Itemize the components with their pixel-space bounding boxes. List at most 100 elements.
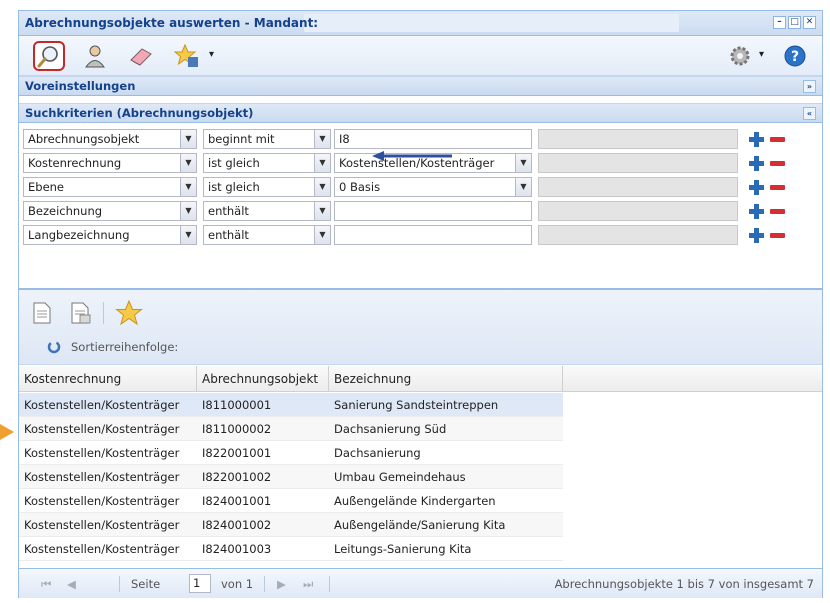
window-controls: – □ ✕ bbox=[773, 16, 816, 29]
second-value-input bbox=[538, 201, 738, 221]
chevron-down-icon[interactable]: ▼ bbox=[180, 202, 196, 220]
sort-label: Sortierreihenfolge: bbox=[71, 340, 179, 354]
add-criterion-button[interactable] bbox=[748, 155, 764, 171]
value-input[interactable] bbox=[334, 201, 532, 221]
refresh-icon[interactable] bbox=[47, 340, 61, 354]
field-value: Kostenrechnung bbox=[28, 156, 122, 170]
document-icon[interactable] bbox=[33, 302, 51, 324]
eraser-button[interactable] bbox=[125, 41, 157, 71]
settings-button[interactable] bbox=[724, 41, 756, 71]
field-value: Abrechnungsobjekt bbox=[28, 132, 140, 146]
table-cell: Dachsanierung bbox=[334, 446, 421, 460]
table-row[interactable]: Kostenstellen/Kostenträger I824001001 Auße… bbox=[19, 489, 563, 513]
table-row[interactable]: Kostenstellen/Kostenträger I822001002 Umba… bbox=[19, 465, 563, 489]
remove-criterion-button[interactable] bbox=[769, 203, 785, 219]
page-input[interactable]: 1 bbox=[189, 574, 211, 593]
add-criterion-button[interactable] bbox=[748, 227, 764, 243]
table-cell: I811000002 bbox=[202, 422, 272, 436]
remove-criterion-button[interactable] bbox=[769, 227, 785, 243]
field-select[interactable]: Ebene ▼ bbox=[23, 177, 197, 197]
presets-header[interactable]: Voreinstellungen » bbox=[19, 76, 822, 96]
add-criterion-button[interactable] bbox=[748, 203, 764, 219]
search-button[interactable] bbox=[33, 41, 65, 71]
remove-criterion-button[interactable] bbox=[769, 131, 785, 147]
field-select[interactable]: Abrechnungsobjekt ▼ bbox=[23, 129, 197, 149]
chevron-down-icon[interactable]: ▼ bbox=[314, 202, 330, 220]
close-icon[interactable]: ✕ bbox=[803, 16, 816, 29]
second-value-input bbox=[538, 129, 738, 149]
maximize-icon[interactable]: □ bbox=[788, 16, 801, 29]
table-cell: Sanierung Sandsteintreppen bbox=[334, 398, 499, 412]
column-header-abrechnungsobjekt[interactable]: Abrechnungsobjekt bbox=[197, 366, 329, 392]
window-title: Abrechnungsobjekte auswerten - Mandant: bbox=[25, 16, 319, 30]
table-cell: I811000001 bbox=[202, 398, 272, 412]
export-document-icon[interactable] bbox=[71, 302, 91, 324]
chevron-down-icon[interactable]: ▼ bbox=[515, 154, 531, 172]
main-toolbar: ▾ ▾ ? bbox=[19, 36, 822, 76]
operator-select[interactable]: enthält ▼ bbox=[203, 225, 331, 245]
table-cell: I824001003 bbox=[202, 542, 272, 556]
value-input[interactable] bbox=[334, 225, 532, 245]
settings-dropdown-caret[interactable]: ▾ bbox=[759, 49, 764, 60]
expand-icon[interactable]: » bbox=[803, 80, 816, 93]
user-button[interactable] bbox=[79, 41, 111, 71]
field-select[interactable]: Bezeichnung ▼ bbox=[23, 201, 197, 221]
chevron-down-icon[interactable]: ▼ bbox=[180, 226, 196, 244]
table-cell: Außengelände/Sanierung Kita bbox=[334, 518, 506, 532]
presets-title: Voreinstellungen bbox=[25, 79, 136, 93]
collapse-icon[interactable]: « bbox=[803, 107, 816, 120]
prev-page-icon[interactable]: ◀ bbox=[67, 577, 76, 591]
help-button[interactable]: ? bbox=[779, 41, 811, 71]
chevron-down-icon[interactable]: ▼ bbox=[180, 130, 196, 148]
chevron-down-icon[interactable]: ▼ bbox=[314, 130, 330, 148]
last-page-icon[interactable]: ⏭ bbox=[303, 577, 313, 592]
add-criterion-button[interactable] bbox=[748, 179, 764, 195]
table-row[interactable]: Kostenstellen/Kostenträger I822001001 Dach… bbox=[19, 441, 563, 465]
operator-select[interactable]: ist gleich ▼ bbox=[203, 177, 331, 197]
value-select[interactable]: 0 Basis ▼ bbox=[334, 177, 532, 197]
chevron-down-icon[interactable]: ▼ bbox=[180, 154, 196, 172]
second-value-input bbox=[538, 225, 738, 245]
table-row[interactable]: Kostenstellen/Kostenträger I824001002 Auße… bbox=[19, 513, 563, 537]
column-header-bezeichnung[interactable]: Bezeichnung bbox=[329, 366, 563, 392]
operator-select[interactable]: enthält ▼ bbox=[203, 201, 331, 221]
favorites-button[interactable] bbox=[171, 41, 203, 71]
minimize-icon[interactable]: – bbox=[773, 16, 786, 29]
chevron-down-icon[interactable]: ▼ bbox=[314, 178, 330, 196]
value-text: I8 bbox=[339, 132, 350, 146]
table-cell: Kostenstellen/Kostenträger bbox=[24, 470, 180, 484]
operator-select[interactable]: ist gleich ▼ bbox=[203, 153, 331, 173]
remove-criterion-button[interactable] bbox=[769, 155, 785, 171]
chevron-down-icon[interactable]: ▼ bbox=[314, 226, 330, 244]
remove-criterion-button[interactable] bbox=[769, 179, 785, 195]
operator-select[interactable]: beginnt mit ▼ bbox=[203, 129, 331, 149]
table-row[interactable]: Kostenstellen/Kostenträger I811000002 Dach… bbox=[19, 417, 563, 441]
first-page-icon[interactable]: ⏮ bbox=[41, 577, 51, 592]
column-header-kostenrechnung[interactable]: Kostenrechnung bbox=[19, 366, 197, 392]
field-select[interactable]: Langbezeichnung ▼ bbox=[23, 225, 197, 245]
chevron-down-icon[interactable]: ▼ bbox=[180, 178, 196, 196]
favorites-dropdown-caret[interactable]: ▾ bbox=[209, 49, 214, 60]
table-cell: Kostenstellen/Kostenträger bbox=[24, 422, 180, 436]
operator-value: beginnt mit bbox=[208, 132, 275, 146]
title-bar: Abrechnungsobjekte auswerten - Mandant: … bbox=[19, 11, 822, 36]
next-page-icon[interactable]: ▶ bbox=[277, 577, 286, 591]
table-row[interactable]: Kostenstellen/Kostenträger I811000001 Sani… bbox=[19, 393, 563, 417]
operator-value: ist gleich bbox=[208, 180, 260, 194]
add-criterion-button[interactable] bbox=[748, 131, 764, 147]
table-cell: Umbau Gemeindehaus bbox=[334, 470, 466, 484]
toolbar-separator bbox=[103, 302, 104, 324]
star-icon[interactable] bbox=[115, 300, 143, 326]
chevron-down-icon[interactable]: ▼ bbox=[314, 154, 330, 172]
table-row[interactable]: Kostenstellen/Kostenträger I824001003 Leit… bbox=[19, 537, 563, 561]
pager-separator bbox=[264, 576, 265, 592]
search-icon bbox=[37, 46, 58, 68]
chevron-down-icon[interactable]: ▼ bbox=[515, 178, 531, 196]
table-cell: Dachsanierung Süd bbox=[334, 422, 447, 436]
annotation-arrow-icon bbox=[372, 151, 452, 161]
row-marker-arrow bbox=[0, 424, 14, 440]
results-toolbar: Sortierreihenfolge: bbox=[19, 290, 822, 365]
criteria-header[interactable]: Suchkriterien (Abrechnungsobjekt) « bbox=[19, 103, 822, 123]
field-select[interactable]: Kostenrechnung ▼ bbox=[23, 153, 197, 173]
value-input[interactable]: I8 bbox=[334, 129, 532, 149]
